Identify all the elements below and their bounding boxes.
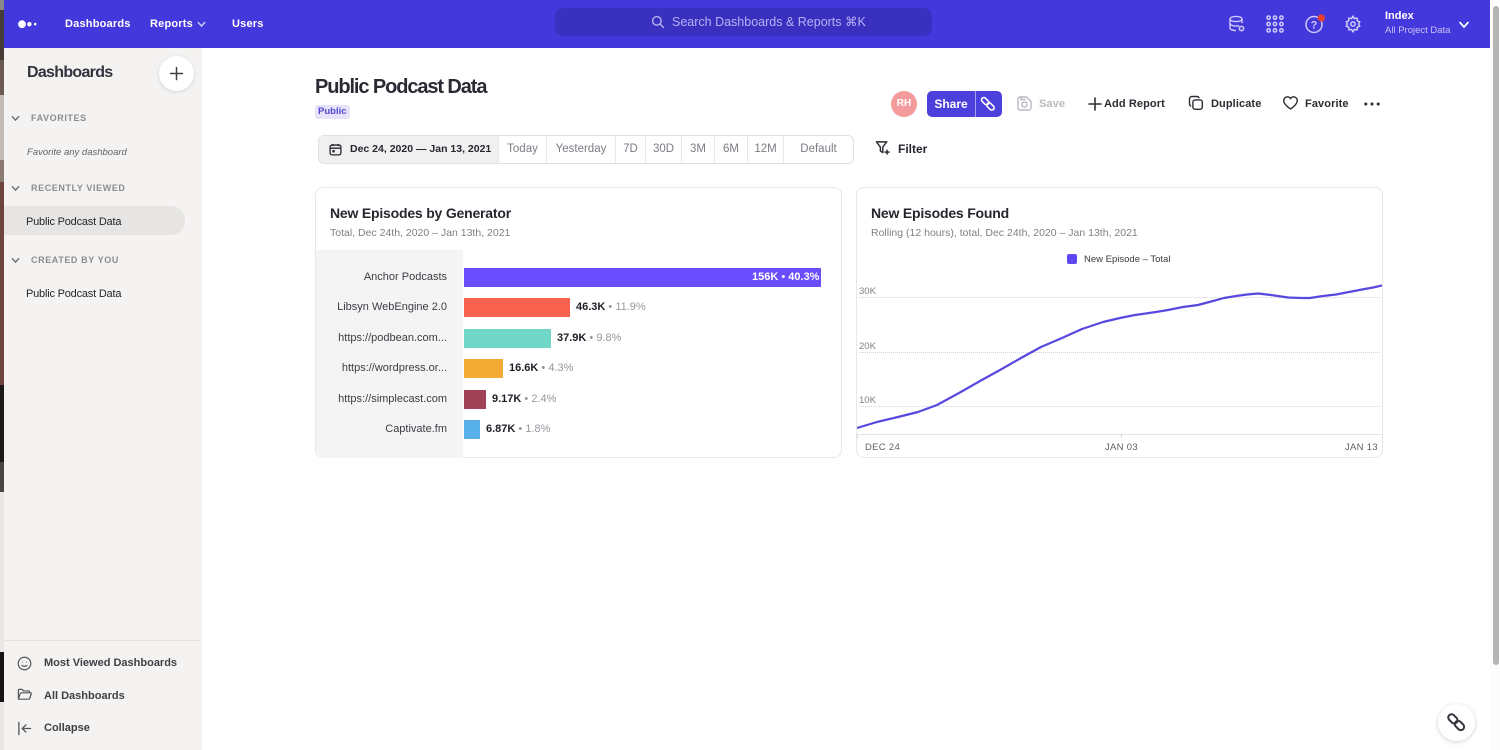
svg-text:?: ?: [1311, 20, 1318, 32]
